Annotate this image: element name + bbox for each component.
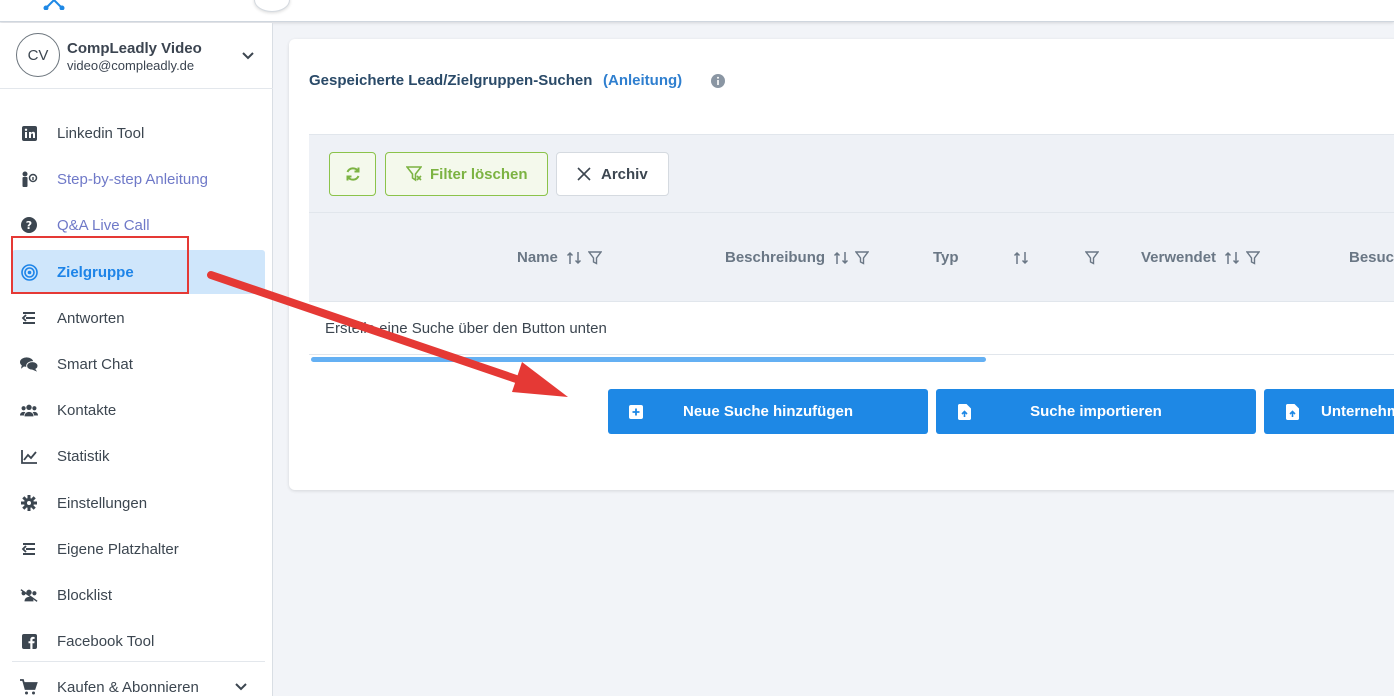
facebook-icon	[20, 632, 38, 650]
sidebar-item-label: Q&A Live Call	[57, 216, 150, 234]
add-search-button[interactable]: Neue Suche hinzufügen	[608, 389, 928, 434]
sidebar-item-blocklist[interactable]: Blocklist	[12, 573, 265, 617]
sidebar-divider	[12, 661, 265, 662]
companies-button[interactable]: Unternehm	[1264, 389, 1394, 434]
sidebar-item-kontakte[interactable]: Kontakte	[12, 388, 265, 432]
top-bar	[0, 0, 1394, 22]
user-block-icon	[20, 586, 38, 604]
question-circle-icon: ?	[20, 216, 38, 234]
column-header-beschreibung[interactable]: Beschreibung	[725, 249, 870, 266]
logo-icon	[43, 0, 65, 10]
target-icon	[20, 263, 38, 281]
sidebar-item-einstellungen[interactable]: Einstellungen	[12, 481, 265, 525]
users-icon	[20, 401, 38, 419]
column-header-verwendet[interactable]: Verwendet	[1141, 249, 1261, 266]
sidebar-item-step-by-step[interactable]: Step-by-step Anleitung	[12, 157, 265, 201]
linkedin-icon	[20, 124, 38, 142]
filter-icon[interactable]	[1246, 250, 1261, 265]
sidebar-item-smart-chat[interactable]: Smart Chat	[12, 342, 265, 386]
companies-label: Unternehm	[1321, 403, 1394, 420]
column-header-name[interactable]: Name	[517, 249, 602, 266]
sidebar-item-statistik[interactable]: Statistik	[12, 434, 265, 478]
person-guide-icon	[20, 170, 38, 188]
sort-icon[interactable]	[566, 250, 582, 266]
user-menu[interactable]: CV CompLeadly Video video@compleadly.de	[0, 23, 273, 89]
sidebar-item-label: Antworten	[57, 309, 125, 327]
filter-icon[interactable]	[855, 250, 870, 265]
reply-icon	[20, 309, 38, 327]
column-header-besuch[interactable]: Besuch	[1349, 249, 1394, 266]
sidebar-item-label: Facebook Tool	[57, 632, 155, 650]
import-search-label: Suche importieren	[1030, 403, 1162, 420]
empty-table-row: Erstelle eine Suche über den Button unte…	[309, 303, 1394, 355]
sort-icon[interactable]	[1224, 250, 1240, 266]
file-import-icon	[957, 404, 971, 420]
sidebar-item-kaufen-abonnieren[interactable]: Kaufen & Abonnieren	[12, 665, 265, 696]
sidebar-item-label: Linkedin Tool	[57, 124, 145, 142]
refresh-button[interactable]	[329, 152, 376, 196]
placeholder-icon	[20, 540, 38, 558]
sort-icon[interactable]	[833, 250, 849, 266]
plus-square-icon	[629, 404, 643, 420]
archive-button[interactable]: Archiv	[556, 152, 669, 196]
sidebar-item-label: Blocklist	[57, 586, 113, 604]
user-name: CompLeadly Video	[67, 40, 202, 57]
sidebar-item-eigene-platzhalter[interactable]: Eigene Platzhalter	[12, 527, 265, 571]
sidebar-item-antworten[interactable]: Antworten	[12, 296, 265, 340]
close-icon	[577, 167, 591, 181]
filter-icon[interactable]	[587, 250, 602, 265]
column-header-typ[interactable]: Typ	[933, 249, 1099, 266]
sidebar-item-label: Smart Chat	[57, 355, 133, 373]
info-icon[interactable]	[711, 74, 725, 88]
sidebar-item-label: Kaufen & Abonnieren	[57, 678, 199, 696]
chart-line-icon	[20, 447, 38, 465]
table-header: Name Beschreibung Typ Verwendet Besuch	[309, 212, 1394, 302]
sort-icon[interactable]	[1013, 250, 1029, 266]
sidebar-item-label: Eigene Platzhalter	[57, 540, 179, 558]
sidebar-item-facebook-tool[interactable]: Facebook Tool	[12, 619, 265, 663]
sidebar-collapse-button[interactable]	[254, 0, 290, 12]
archive-label: Archiv	[601, 165, 648, 183]
svg-text:?: ?	[26, 219, 32, 232]
sidebar-item-qa-live-call[interactable]: ? Q&A Live Call	[12, 203, 265, 247]
filter-clear-icon	[406, 166, 422, 182]
cart-icon	[20, 678, 38, 696]
empty-message: Erstelle eine Suche über den Button unte…	[325, 320, 607, 337]
gear-icon	[20, 494, 38, 512]
scroll-progress-bar[interactable]	[311, 357, 986, 362]
filter-icon[interactable]	[1084, 250, 1099, 265]
sidebar-item-label: Einstellungen	[57, 494, 148, 512]
sidebar-item-label: Step-by-step Anleitung	[57, 170, 208, 188]
sidebar-item-zielgruppe[interactable]: Zielgruppe	[12, 250, 265, 294]
import-search-button[interactable]: Suche importieren	[936, 389, 1256, 434]
guide-link[interactable]: (Anleitung)	[603, 72, 682, 89]
sidebar-item-label: Kontakte	[57, 401, 117, 419]
sidebar-item-label: Zielgruppe	[57, 263, 134, 281]
chat-icon	[20, 355, 38, 373]
chevron-down-icon	[235, 683, 247, 691]
clear-filter-button[interactable]: Filter löschen	[385, 152, 548, 196]
sidebar-item-label: Statistik	[57, 447, 110, 465]
sidebar-item-linkedin-tool[interactable]: Linkedin Tool	[12, 111, 265, 155]
chevron-down-icon[interactable]	[240, 47, 256, 63]
saved-searches-card: Gespeicherte Lead/Zielgruppen-Suchen (An…	[289, 39, 1394, 490]
user-email: video@compleadly.de	[67, 58, 195, 73]
refresh-icon	[346, 167, 359, 181]
file-import-icon	[1285, 404, 1299, 420]
sidebar: CV CompLeadly Video video@compleadly.de …	[0, 23, 273, 696]
table-toolbar: Filter löschen Archiv	[309, 134, 1394, 212]
clear-filter-label: Filter löschen	[430, 165, 528, 183]
add-search-label: Neue Suche hinzufügen	[682, 403, 853, 420]
avatar: CV	[16, 33, 60, 77]
page-title: Gespeicherte Lead/Zielgruppen-Suchen	[309, 72, 593, 89]
